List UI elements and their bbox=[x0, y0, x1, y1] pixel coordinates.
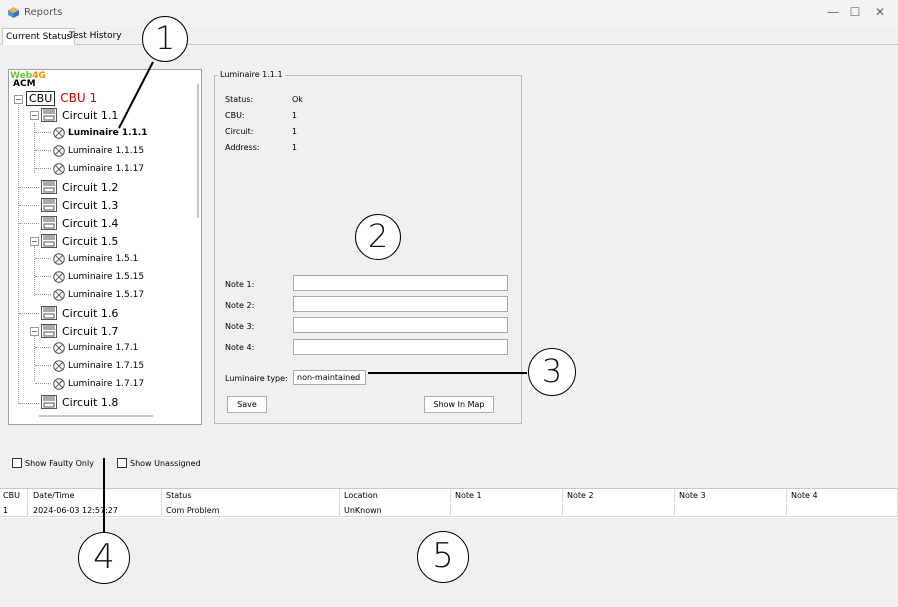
annotation-2-marker: 2 bbox=[355, 214, 401, 260]
annotation-1-marker: 1 bbox=[142, 16, 188, 62]
annotation-3-marker: 3 bbox=[528, 348, 576, 396]
annotation-1-pointer bbox=[118, 61, 154, 129]
annotation-4-marker: 4 bbox=[78, 532, 130, 584]
annotation-pointers bbox=[103, 61, 527, 533]
annotation-5-marker: 5 bbox=[417, 531, 469, 583]
